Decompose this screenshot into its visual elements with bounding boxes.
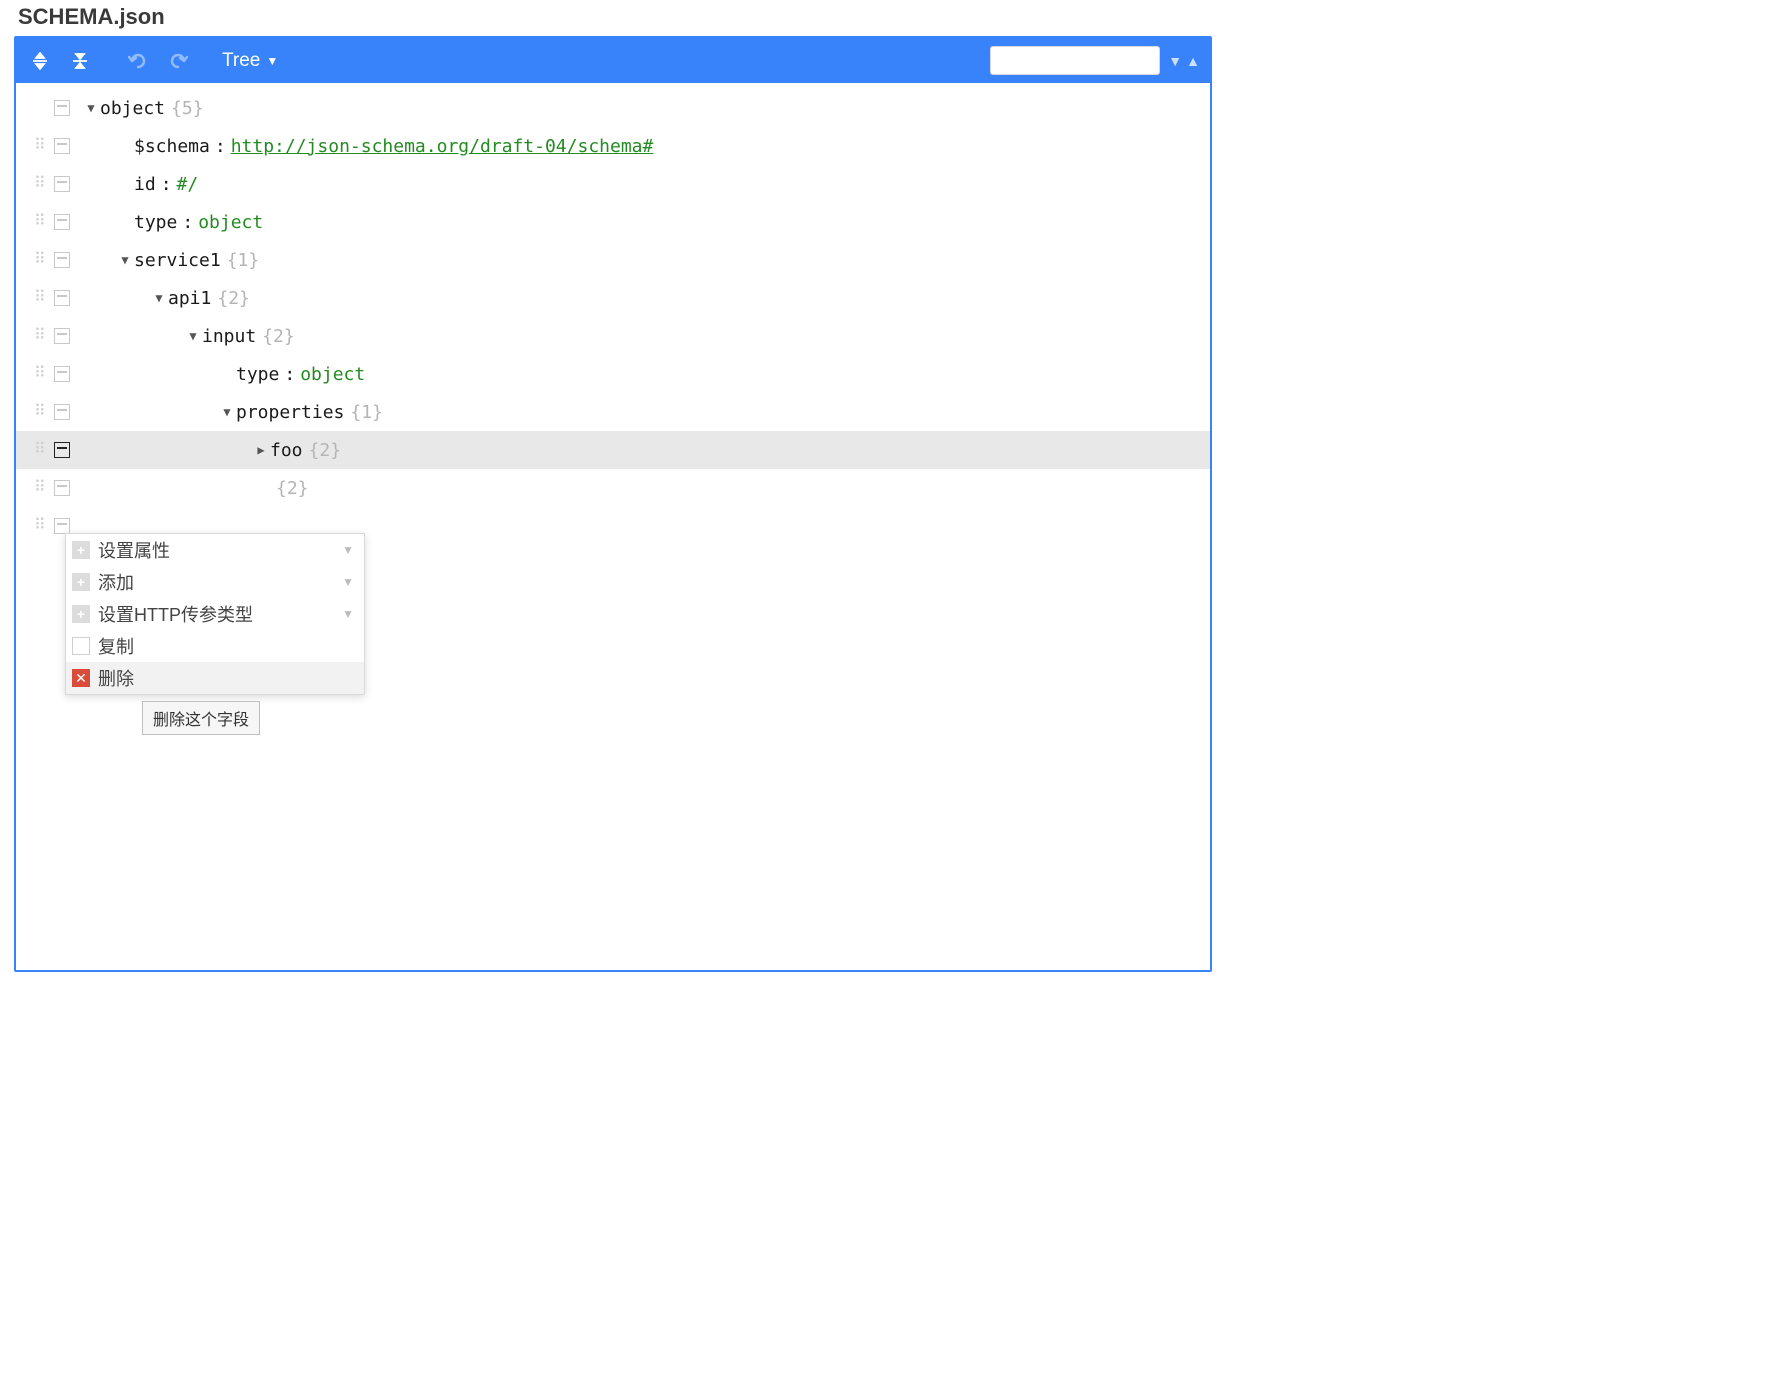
colon: : [210,136,231,157]
tooltip: 删除这个字段 [142,701,260,735]
plus-icon: + [72,605,90,623]
context-menu-item[interactable]: 复制 [66,630,364,662]
plus-icon: + [72,573,90,591]
node-value[interactable]: object [198,212,263,233]
copy-icon [72,637,90,655]
plus-icon: + [72,541,90,559]
collapse-all-button[interactable] [66,47,94,75]
view-mode-label: Tree [222,50,260,72]
view-mode-select[interactable]: Tree ▼ [222,50,278,72]
node-count: {5} [165,98,204,119]
colon: : [156,174,177,195]
tree-row[interactable]: api1{2} [16,279,1210,317]
close-icon: ✕ [72,669,90,687]
row-gutter-icon[interactable] [54,480,70,496]
drag-handle-icon[interactable] [34,408,52,417]
node-key[interactable]: foo [270,440,303,461]
disclosure-open-icon[interactable] [116,253,134,267]
tree-row[interactable]: input{2} [16,317,1210,355]
row-gutter-icon[interactable] [54,176,70,192]
context-menu-label: 添加 [98,569,134,595]
disclosure-open-icon[interactable] [150,291,168,305]
node-count: {1} [221,250,260,271]
drag-handle-icon[interactable] [34,522,52,531]
sort-down-icon[interactable]: ▼ [1168,53,1182,69]
chevron-down-icon: ▼ [266,54,278,68]
drag-handle-icon[interactable] [34,142,52,151]
row-gutter-icon[interactable] [54,100,70,116]
context-menu: + 设置属性 ▼ + 添加 ▼ + 设置HTTP传参类型 ▼ 复制 ✕ 删除 [65,533,365,695]
context-menu-label: 设置属性 [98,537,170,563]
node-value[interactable]: object [300,364,365,385]
editor-panel: Tree ▼ ▼ ▲ object{5}$schema:http://json-… [14,36,1212,972]
tree-row[interactable]: foo{2} [16,431,1210,469]
disclosure-closed-icon[interactable] [252,443,270,457]
row-gutter-icon[interactable] [54,328,70,344]
undo-button[interactable] [124,47,152,75]
row-gutter-icon[interactable] [54,214,70,230]
node-key[interactable]: service1 [134,250,221,271]
node-key[interactable]: type [236,364,279,385]
node-count: {2} [303,440,342,461]
drag-handle-icon[interactable] [34,294,52,303]
row-gutter-icon[interactable] [54,442,70,458]
search-input[interactable] [990,46,1160,75]
toolbar: Tree ▼ ▼ ▲ [16,38,1210,83]
chevron-down-icon: ▼ [342,607,354,621]
node-count: {1} [344,402,383,423]
row-gutter-icon[interactable] [54,252,70,268]
node-count: {2} [211,288,250,309]
tree-row[interactable]: {2} [16,469,1210,507]
drag-handle-icon[interactable] [34,446,52,455]
colon: : [177,212,198,233]
node-key[interactable]: input [202,326,256,347]
tree-row[interactable]: type:object [16,203,1210,241]
tree-row[interactable]: id:#/ [16,165,1210,203]
node-key[interactable]: properties [236,402,344,423]
node-count: {2} [256,326,295,347]
chevron-down-icon: ▼ [342,575,354,589]
tree-row[interactable]: properties{1} [16,393,1210,431]
tree-row[interactable]: service1{1} [16,241,1210,279]
node-value[interactable]: #/ [177,174,199,195]
disclosure-open-icon[interactable] [218,405,236,419]
context-menu-item[interactable]: + 添加 ▼ [66,566,364,598]
drag-handle-icon[interactable] [34,370,52,379]
redo-button[interactable] [164,47,192,75]
context-menu-item[interactable]: + 设置HTTP传参类型 ▼ [66,598,364,630]
sort-up-icon[interactable]: ▲ [1186,53,1200,69]
row-gutter-icon[interactable] [54,404,70,420]
disclosure-open-icon[interactable] [82,101,100,115]
drag-handle-icon[interactable] [34,256,52,265]
node-key[interactable]: $schema [134,136,210,157]
file-title: SCHEMA.json [0,0,1784,36]
tree-row[interactable]: $schema:http://json-schema.org/draft-04/… [16,127,1210,165]
node-key[interactable]: api1 [168,288,211,309]
expand-all-button[interactable] [26,47,54,75]
colon: : [279,364,300,385]
row-gutter-icon[interactable] [54,290,70,306]
row-gutter-icon[interactable] [54,138,70,154]
context-menu-label: 删除 [98,665,134,691]
context-menu-item[interactable]: ✕ 删除 [66,662,364,694]
chevron-down-icon: ▼ [342,543,354,557]
drag-handle-icon[interactable] [34,180,52,189]
node-key[interactable]: type [134,212,177,233]
context-menu-label: 复制 [98,633,134,659]
node-count: {2} [270,478,309,499]
node-value[interactable]: http://json-schema.org/draft-04/schema# [231,136,654,157]
node-key[interactable]: object [100,98,165,119]
row-gutter-icon[interactable] [54,366,70,382]
row-gutter-icon[interactable] [54,518,70,534]
drag-handle-icon[interactable] [34,218,52,227]
tree-row[interactable]: object{5} [16,89,1210,127]
context-menu-label: 设置HTTP传参类型 [98,601,253,627]
disclosure-open-icon[interactable] [184,329,202,343]
node-key[interactable]: id [134,174,156,195]
drag-handle-icon[interactable] [34,484,52,493]
drag-handle-icon[interactable] [34,332,52,341]
tree-area: object{5}$schema:http://json-schema.org/… [16,83,1210,545]
context-menu-item[interactable]: + 设置属性 ▼ [66,534,364,566]
tree-row[interactable]: type:object [16,355,1210,393]
